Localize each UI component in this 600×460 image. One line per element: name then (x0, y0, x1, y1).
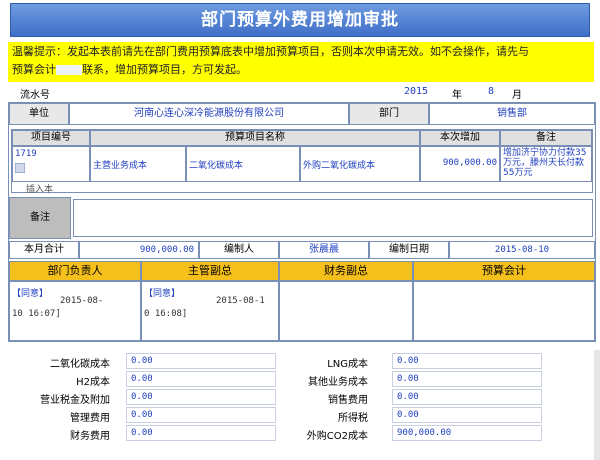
approval-header-accountant: 预算会计 (413, 261, 595, 281)
maker-value: 张晨晨 (279, 241, 369, 259)
item-remark: 增加济宁协力付款35万元，滕州天长付款55万元 (503, 148, 587, 178)
sum-right-label-2: 销售费用 (328, 395, 368, 406)
approval-header-vp: 主管副总 (141, 261, 279, 281)
serial-year-unit: 年 (452, 90, 462, 101)
sum-left-value-1[interactable]: 0.00 (126, 371, 276, 387)
approval-dept-date1: 2015-08- (60, 296, 104, 306)
sum-right-label-4: 外购CO2成本 (306, 431, 368, 442)
tip-line-1: 温馨提示：发起本表前请先在部门费用预算底表中增加预算项目，否则本次申请无效。如不… (12, 45, 529, 58)
item-code-cell[interactable]: 1719 (12, 146, 90, 182)
dept-label: 部门 (349, 103, 429, 125)
approval-vp-cell: 【同意】 2015-08-1 0 16:08] (141, 281, 279, 341)
approval-dept-date2: 10 16:07] (12, 309, 61, 319)
serial-month: 8 (488, 86, 495, 97)
sum-right-label-3: 所得税 (338, 413, 368, 424)
sum-right-label-0: LNG成本 (327, 359, 368, 370)
approval-accountant-cell (413, 281, 595, 341)
approval-vp-date1: 2015-08-1 (216, 296, 265, 306)
item-code: 1719 (15, 149, 37, 159)
serial-year: 2015 (404, 86, 429, 97)
date-label: 编制日期 (369, 241, 449, 259)
approval-dept-cell: 【同意】 2015-08- 10 16:07] (9, 281, 141, 341)
item-name3-cell[interactable]: 外购二氧化碳成本 (300, 146, 420, 182)
col-header-amount: 本次增加 (420, 130, 500, 146)
form-table: 单位 河南心连心深冷能源股份有限公司 部门 销售部 项目编号 预算项目名称 本次… (8, 102, 596, 342)
item-picker-icon[interactable] (15, 163, 25, 173)
budget-items-table: 项目编号 预算项目名称 本次增加 备注 1719 主营业务成本 二氧化碳成本 外… (11, 129, 593, 195)
approval-finance-cell (279, 281, 413, 341)
warm-tip: 温馨提示：发起本表前请先在部门费用预算底表中增加预算项目，否则本次申请无效。如不… (8, 42, 594, 82)
sum-right-value-2[interactable]: 0.00 (392, 389, 542, 405)
insert-row-link[interactable]: 插入本 (26, 182, 53, 195)
sum-left-value-4[interactable]: 0.00 (126, 425, 276, 441)
maker-label: 编制人 (199, 241, 279, 259)
sum-right-value-1[interactable]: 0.00 (392, 371, 542, 387)
sum-left-label-4: 财务费用 (70, 431, 110, 442)
unit-label: 单位 (9, 103, 69, 125)
sum-right-value-3[interactable]: 0.00 (392, 407, 542, 423)
cost-summary: 二氧化碳成本 0.00 H2成本 0.00 营业税金及附加 0.00 管理费用 … (0, 350, 600, 460)
sum-left-label-2: 营业税金及附加 (40, 395, 110, 406)
item-name2-cell[interactable]: 二氧化碳成本 (186, 146, 300, 182)
item-remark-cell[interactable]: 增加济宁协力付款35万元，滕州天长付款55万元 (500, 146, 592, 182)
serial-row: 流水号 2015 年 8 月 (12, 86, 597, 101)
form-title: 部门预算外费用增加审批 (10, 3, 590, 37)
sum-right-label-1: 其他业务成本 (308, 377, 368, 388)
sum-left-label-3: 管理费用 (70, 413, 110, 424)
vertical-scrollbar[interactable] (594, 350, 600, 460)
remark-input[interactable] (73, 199, 593, 237)
tip-line-2a: 预算会计 (12, 63, 56, 76)
sum-left-value-0[interactable]: 0.00 (126, 353, 276, 369)
col-header-name: 预算项目名称 (90, 130, 420, 146)
item-amount-cell[interactable]: 900,000.00 (420, 146, 500, 182)
dept-value[interactable]: 销售部 (429, 103, 595, 125)
approval-header-finance: 财务副总 (279, 261, 413, 281)
tip-line-2: 预算会计 联系，增加预算项目，方可发起。 (12, 61, 590, 79)
col-header-remark: 备注 (500, 130, 592, 146)
sum-left-label-0: 二氧化碳成本 (50, 359, 110, 370)
remark-label: 备注 (9, 197, 71, 239)
approval-header-dept: 部门负责人 (9, 261, 141, 281)
col-header-code: 项目编号 (12, 130, 90, 146)
tip-line-2b: 联系，增加预算项目，方可发起。 (82, 63, 247, 76)
serial-label: 流水号 (20, 90, 50, 101)
redacted-block (56, 65, 82, 75)
item-amount: 900,000.00 (442, 158, 497, 168)
sum-left-value-2[interactable]: 0.00 (126, 389, 276, 405)
unit-value[interactable]: 河南心连心深冷能源股份有限公司 (69, 103, 349, 125)
item-name1-cell[interactable]: 主营业务成本 (90, 146, 186, 182)
sum-right-value-0[interactable]: 0.00 (392, 353, 542, 369)
item-name2: 二氧化碳成本 (189, 161, 244, 171)
serial-month-unit: 月 (512, 90, 522, 101)
sum-left-value-3[interactable]: 0.00 (126, 407, 276, 423)
item-name1: 主营业务成本 (93, 161, 148, 171)
total-label: 本月合计 (9, 241, 79, 259)
total-value: 900,000.00 (79, 241, 199, 259)
date-value: 2015-08-10 (449, 241, 595, 259)
item-name3: 外购二氧化碳成本 (303, 161, 376, 171)
approval-dept-tag: 【同意】 (12, 289, 49, 299)
approval-vp-tag: 【同意】 (144, 289, 181, 299)
sum-right-value-4[interactable]: 900,000.00 (392, 425, 542, 441)
approval-vp-date2: 0 16:08] (144, 309, 188, 319)
sum-left-label-1: H2成本 (76, 377, 110, 388)
